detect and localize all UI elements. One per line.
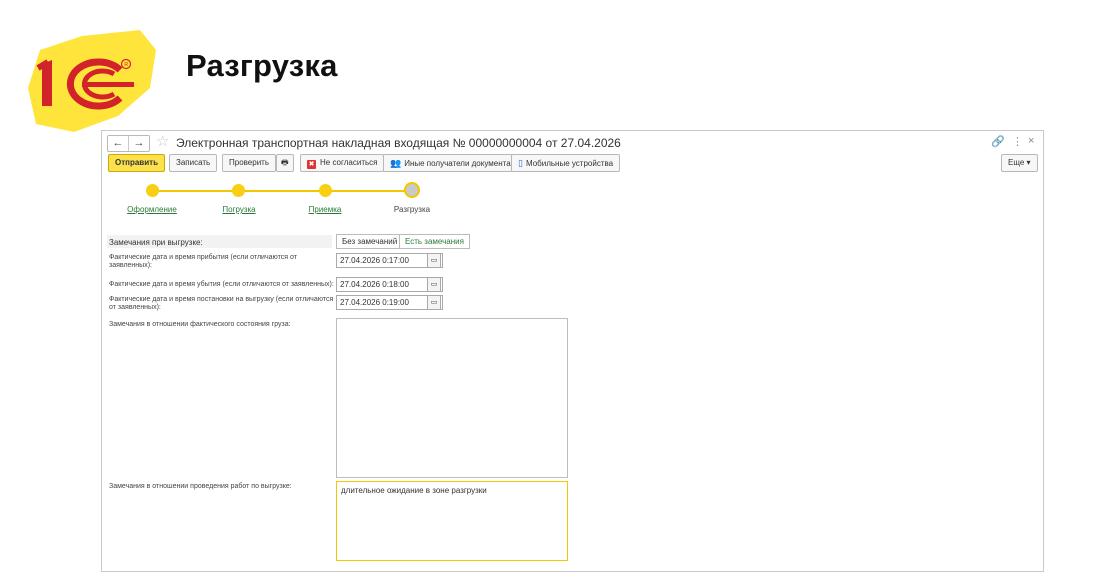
svg-text:R: R <box>124 62 128 68</box>
close-icon[interactable]: × <box>1028 135 1034 147</box>
other-recipients-button[interactable]: 👥 Иные получатели документа <box>383 154 518 172</box>
steps-line <box>152 190 412 192</box>
document-window: ← → ☆ Электронная транспортная накладная… <box>101 130 1044 572</box>
step-dot-2 <box>232 184 245 197</box>
arrival-label: Фактические дата и время прибытия (если … <box>109 254 297 269</box>
document-title: Электронная транспортная накладная входя… <box>176 136 621 150</box>
step-pogruzka[interactable]: Погрузка <box>222 205 255 214</box>
no-remarks-option[interactable]: Без замечаний <box>336 234 404 249</box>
step-dot-1 <box>146 184 159 197</box>
1c-logo: R <box>28 30 156 132</box>
back-button[interactable]: ← <box>108 136 128 151</box>
more-actions-icon[interactable]: ⋮ <box>1012 135 1023 148</box>
window-titlebar: ← → ☆ Электронная транспортная накладная… <box>102 131 1043 153</box>
nav-buttons: ← → <box>107 135 150 152</box>
process-steps: Оформление Погрузка Приемка Разгрузка <box>102 179 1043 219</box>
favorite-star-icon[interactable]: ☆ <box>156 133 169 150</box>
step-priemka[interactable]: Приемка <box>309 205 342 214</box>
phone-icon: ▯ <box>518 158 523 168</box>
link-icon[interactable]: 🔗 <box>991 135 1005 148</box>
remarks-label: Замечания при выгрузке: <box>109 238 203 247</box>
forward-button[interactable]: → <box>128 136 149 151</box>
step-dot-4 <box>404 182 420 198</box>
mobile-devices-button[interactable]: ▯ Мобильные устройства <box>511 154 621 172</box>
has-remarks-option[interactable]: Есть замечания <box>399 234 470 249</box>
cargo-remarks-label: Замечания в отношении фактического состо… <box>109 321 291 328</box>
check-button[interactable]: Проверить <box>222 154 277 172</box>
mobile-devices-label: Мобильные устройства <box>525 159 614 168</box>
step-oformlenie[interactable]: Оформление <box>127 205 177 214</box>
calendar-icon[interactable]: ▭ <box>427 253 441 268</box>
disagree-label: Не согласиться <box>320 158 378 167</box>
more-button[interactable]: Еще ▾ <box>1001 154 1038 172</box>
toolbar: Отправить Записать Проверить 🖶 ✖ Не согла… <box>102 154 1043 174</box>
departure-label: Фактические дата и время убытия (если от… <box>109 281 334 288</box>
other-recipients-label: Иные получатели документа <box>404 159 511 168</box>
printer-icon: 🖶 <box>281 158 289 167</box>
send-button[interactable]: Отправить <box>108 154 165 172</box>
calendar-icon[interactable]: ▭ <box>427 295 441 310</box>
step-dot-3 <box>319 184 332 197</box>
cargo-remarks-textarea[interactable] <box>336 318 568 478</box>
save-button[interactable]: Записать <box>169 154 218 172</box>
works-remarks-textarea[interactable]: длительное ожидание в зоне разгрузки <box>336 481 568 561</box>
users-icon: 👥 <box>390 158 402 168</box>
reject-icon: ✖ <box>307 160 316 169</box>
slide-title: Разгрузка <box>186 48 338 83</box>
print-button[interactable]: 🖶 <box>276 154 294 172</box>
step-razgruzka: Разгрузка <box>393 205 431 214</box>
disagree-button[interactable]: ✖ Не согласиться <box>300 154 385 172</box>
placement-label: Фактические дата и время постановки на в… <box>109 296 334 311</box>
calendar-icon[interactable]: ▭ <box>427 277 441 292</box>
works-remarks-label: Замечания в отношении проведения работ п… <box>109 483 292 490</box>
